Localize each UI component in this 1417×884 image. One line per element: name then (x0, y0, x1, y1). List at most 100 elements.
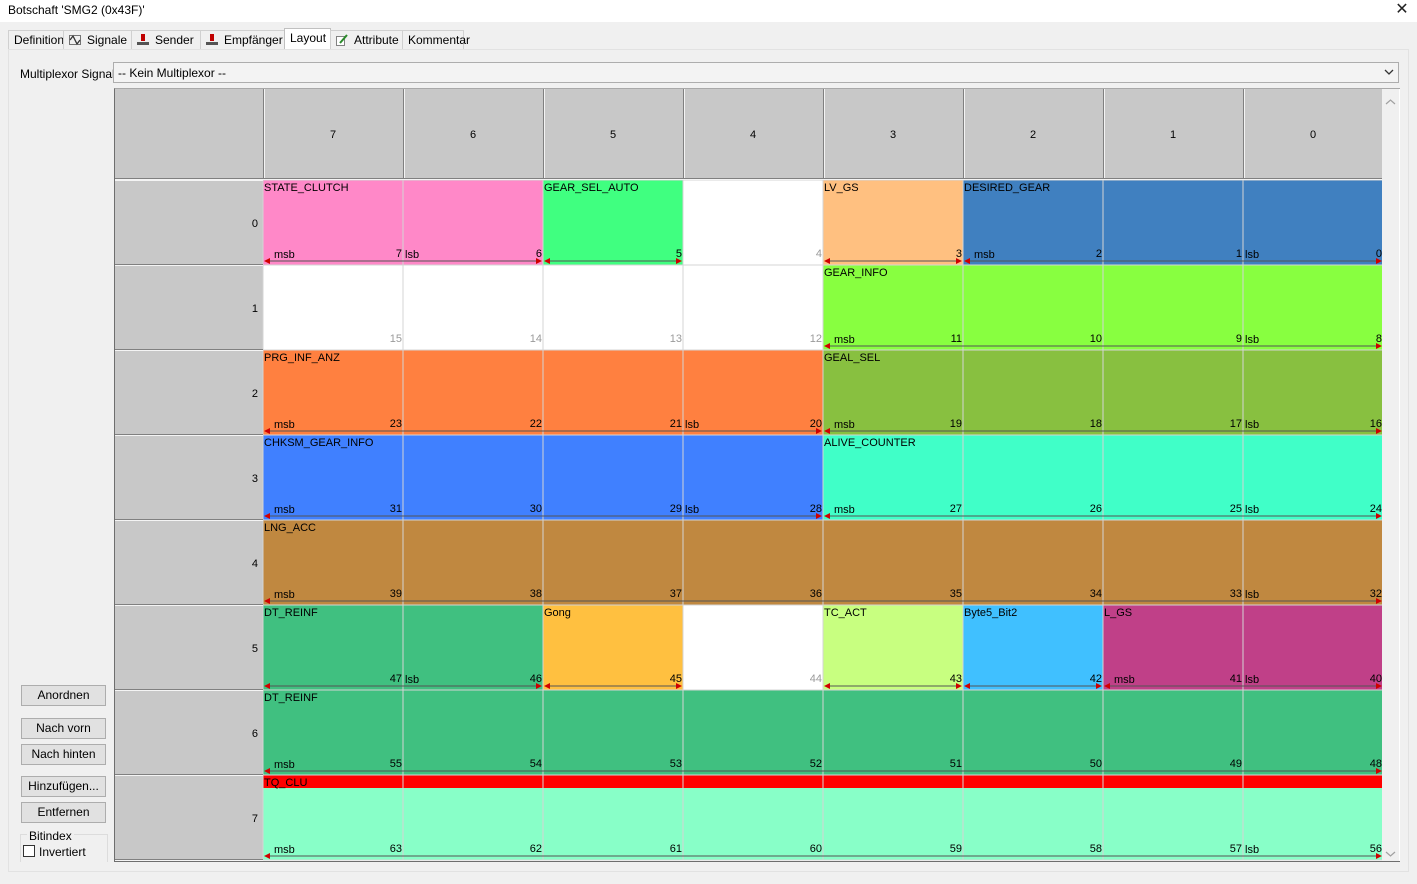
tab-label: Definition (14, 33, 65, 47)
bit-header-label: 3 (890, 129, 896, 141)
vertical-scrollbar[interactable] (1382, 89, 1399, 861)
signal-name-label: TQ_CLU (264, 777, 307, 789)
bit-layout-canvas: 7 6 5 4 3 2 1 001234567STATE_CLUTCH GEAR_SEL_AUT… (115, 89, 1383, 861)
signal-name-label: ALIVE_COUNTER (824, 437, 916, 449)
bit-header-label: 2 (1030, 129, 1036, 141)
tab-definition[interactable]: Definition (8, 30, 64, 49)
bit-number-label: 15 (390, 333, 402, 345)
bit-number-label: 36 (810, 588, 822, 600)
bit-number-label: 40 (1370, 673, 1382, 685)
ecu-node-icon (137, 34, 149, 46)
bit-number-label: 60 (810, 843, 822, 855)
bit-number-label: 1 (1236, 248, 1242, 260)
signal-name-label: DESIRED_GEAR (964, 182, 1050, 194)
bit-number-label: 44 (810, 673, 822, 685)
multiplexor-value: -- Kein Multiplexor -- (118, 66, 227, 80)
bit-number-label: 51 (950, 758, 962, 770)
byte-header-label: 4 (252, 558, 258, 570)
bit-number-label: 43 (950, 673, 962, 685)
lsb-label: lsb (1245, 419, 1259, 431)
bit-number-label: 49 (1230, 758, 1242, 770)
remove-signal-button[interactable]: Entfernen (21, 802, 106, 823)
msb-label: msb (274, 249, 295, 261)
scroll-down-icon[interactable] (1385, 847, 1396, 857)
bit-number-label: 41 (1230, 673, 1242, 685)
msb-label: msb (1114, 674, 1135, 686)
bit-number-label: 16 (1370, 418, 1382, 430)
arrange-button[interactable]: Anordnen (21, 685, 106, 706)
tab-bar: Definition Signale Sender Empfänger Layo… (0, 22, 1417, 50)
bit-number-label: 4 (816, 248, 822, 260)
bit-number-label: 34 (1090, 588, 1102, 600)
bit-number-label: 35 (950, 588, 962, 600)
tab-label: Kommentar (408, 33, 471, 47)
invert-checkbox[interactable] (23, 845, 35, 857)
lsb-label: lsb (405, 674, 419, 686)
bit-number-label: 57 (1230, 843, 1242, 855)
signal-name-label: Gong (544, 607, 571, 619)
signal-name-label: STATE_CLUTCH (264, 182, 349, 194)
multiplexor-select[interactable]: -- Kein Multiplexor -- (113, 62, 1399, 83)
bit-number-label: 30 (530, 503, 542, 515)
scroll-up-icon[interactable] (1385, 95, 1396, 105)
lsb-label: lsb (405, 249, 419, 261)
msb-label: msb (274, 589, 295, 601)
close-icon[interactable]: ✕ (1389, 0, 1415, 22)
bit-number-label: 27 (950, 503, 962, 515)
byte-header-label: 6 (252, 728, 258, 740)
bit-number-label: 32 (1370, 588, 1382, 600)
byte-header-label: 5 (252, 643, 258, 655)
byte-header-label: 0 (252, 218, 258, 230)
byte-header-label: 1 (252, 303, 258, 315)
bit-number-label: 52 (810, 758, 822, 770)
msb-label: msb (274, 759, 295, 771)
byte-header-label: 3 (252, 473, 258, 485)
tab-layout[interactable]: Layout (284, 28, 331, 50)
signal-name-label: GEAR_SEL_AUTO (544, 182, 639, 194)
invert-checkbox-label: Invertiert (39, 845, 86, 859)
tab-kommentar[interactable]: Kommentar (402, 30, 470, 49)
pencil-edit-icon (336, 34, 348, 46)
tab-signale[interactable]: Signale (63, 30, 132, 49)
tab-sender[interactable]: Sender (131, 30, 201, 49)
bit-number-label: 13 (670, 333, 682, 345)
msb-label: msb (834, 334, 855, 346)
lsb-label: lsb (1245, 589, 1259, 601)
bit-number-label: 39 (390, 588, 402, 600)
bit-number-label: 17 (1230, 418, 1242, 430)
bit-number-label: 7 (396, 248, 402, 260)
signal-name-label: CHKSM_GEAR_INFO (264, 437, 374, 449)
tab-empfaenger[interactable]: Empfänger (200, 30, 285, 49)
bit-number-label: 48 (1370, 758, 1382, 770)
bit-header-label: 0 (1310, 129, 1316, 141)
lsb-label: lsb (1245, 334, 1259, 346)
bit-number-label: 3 (956, 248, 962, 260)
signal-name-label: DT_REINF (264, 692, 318, 704)
signal-name-label: LV_GS (824, 182, 859, 194)
signal-name-label: Byte5_Bit2 (964, 607, 1017, 619)
bit-number-label: 53 (670, 758, 682, 770)
bit-number-label: 62 (530, 843, 542, 855)
tab-attribute[interactable]: Attribute (330, 30, 403, 49)
bit-number-label: 55 (390, 758, 402, 770)
bit-header-label: 4 (750, 129, 756, 141)
add-signal-button[interactable]: Hinzufügen... (21, 776, 106, 797)
send-to-back-button[interactable]: Nach hinten (21, 744, 106, 765)
bit-number-label: 56 (1370, 843, 1382, 855)
bit-header-label: 6 (470, 129, 476, 141)
bring-to-front-button[interactable]: Nach vorn (21, 718, 106, 739)
msb-label: msb (274, 504, 295, 516)
bitindex-group-label: Bitindex (27, 829, 74, 843)
bit-number-label: 45 (670, 673, 682, 685)
signal-name-label: LNG_ACC (264, 522, 316, 534)
bit-number-label: 61 (670, 843, 682, 855)
window-title: Botschaft 'SMG2 (0x43F)' (8, 3, 145, 17)
bit-number-label: 24 (1370, 503, 1382, 515)
bit-number-label: 58 (1090, 843, 1102, 855)
lsb-label: lsb (1245, 844, 1259, 856)
msb-label: msb (974, 249, 995, 261)
bit-header-label: 5 (610, 129, 616, 141)
tab-label: Empfänger (224, 33, 283, 47)
tab-label: Attribute (354, 33, 399, 47)
bit-number-label: 12 (810, 333, 822, 345)
